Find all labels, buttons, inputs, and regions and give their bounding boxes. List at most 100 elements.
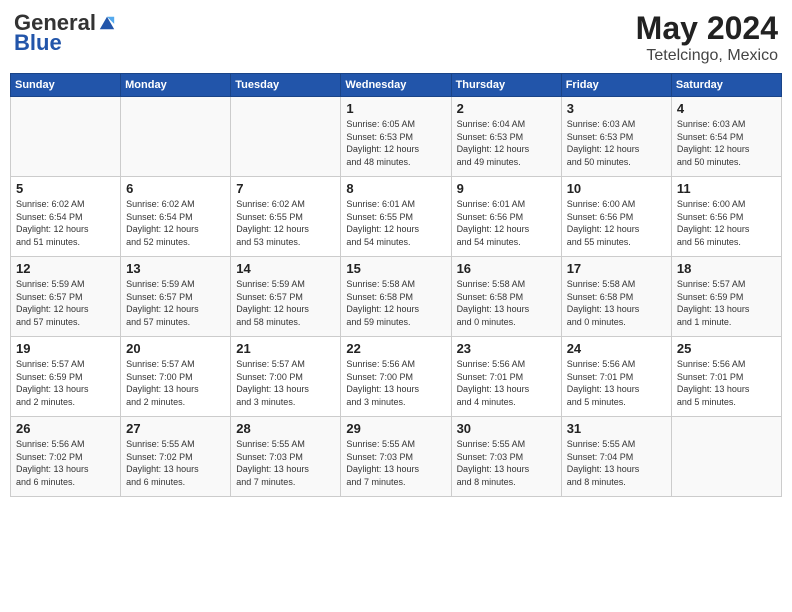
day-of-week-header: Tuesday (231, 74, 341, 97)
day-info: Sunrise: 6:02 AM Sunset: 6:55 PM Dayligh… (236, 198, 335, 248)
calendar-cell: 29Sunrise: 5:55 AM Sunset: 7:03 PM Dayli… (341, 417, 451, 497)
calendar-cell: 15Sunrise: 5:58 AM Sunset: 6:58 PM Dayli… (341, 257, 451, 337)
calendar-cell: 30Sunrise: 5:55 AM Sunset: 7:03 PM Dayli… (451, 417, 561, 497)
day-number: 28 (236, 421, 335, 436)
day-number: 25 (677, 341, 776, 356)
day-info: Sunrise: 6:03 AM Sunset: 6:54 PM Dayligh… (677, 118, 776, 168)
day-of-week-header: Friday (561, 74, 671, 97)
day-info: Sunrise: 5:56 AM Sunset: 7:01 PM Dayligh… (567, 358, 666, 408)
calendar-cell (231, 97, 341, 177)
calendar-cell: 17Sunrise: 5:58 AM Sunset: 6:58 PM Dayli… (561, 257, 671, 337)
day-info: Sunrise: 6:02 AM Sunset: 6:54 PM Dayligh… (126, 198, 225, 248)
calendar-cell: 4 Sunrise: 6:03 AM Sunset: 6:54 PM Daylig… (671, 97, 781, 177)
day-info: Sunrise: 5:57 AM Sunset: 6:59 PM Dayligh… (677, 278, 776, 328)
calendar-cell: 10Sunrise: 6:00 AM Sunset: 6:56 PM Dayli… (561, 177, 671, 257)
day-number: 1 (346, 101, 445, 116)
day-info: Sunrise: 6:02 AM Sunset: 6:54 PM Dayligh… (16, 198, 115, 248)
day-number: 9 (457, 181, 556, 196)
day-number: 3 (567, 101, 666, 116)
day-info: Sunrise: 5:56 AM Sunset: 7:02 PM Dayligh… (16, 438, 115, 488)
calendar-cell: 11 Sunrise: 6:00 AM Sunset: 6:56 PM Dayli… (671, 177, 781, 257)
day-number: 20 (126, 341, 225, 356)
day-info: Sunrise: 5:59 AM Sunset: 6:57 PM Dayligh… (16, 278, 115, 328)
calendar-cell: 31 Sunrise: 5:55 AM Sunset: 7:04 PM Dayli… (561, 417, 671, 497)
logo-blue-text: Blue (14, 30, 62, 56)
day-info: Sunrise: 5:55 AM Sunset: 7:04 PM Dayligh… (567, 438, 666, 488)
calendar-cell (11, 97, 121, 177)
day-info: Sunrise: 5:55 AM Sunset: 7:03 PM Dayligh… (236, 438, 335, 488)
day-of-week-header: Saturday (671, 74, 781, 97)
day-info: Sunrise: 5:58 AM Sunset: 6:58 PM Dayligh… (346, 278, 445, 328)
day-info: Sunrise: 6:01 AM Sunset: 6:56 PM Dayligh… (457, 198, 556, 248)
calendar-week-row: 12Sunrise: 5:59 AM Sunset: 6:57 PM Dayli… (11, 257, 782, 337)
day-number: 7 (236, 181, 335, 196)
calendar-cell: 14 Sunrise: 5:59 AM Sunset: 6:57 PM Dayli… (231, 257, 341, 337)
day-number: 10 (567, 181, 666, 196)
day-number: 21 (236, 341, 335, 356)
day-of-week-header: Monday (121, 74, 231, 97)
calendar-cell: 26 Sunrise: 5:56 AM Sunset: 7:02 PM Dayli… (11, 417, 121, 497)
calendar-cell: 19 Sunrise: 5:57 AM Sunset: 6:59 PM Dayli… (11, 337, 121, 417)
day-number: 2 (457, 101, 556, 116)
calendar-cell: 12Sunrise: 5:59 AM Sunset: 6:57 PM Dayli… (11, 257, 121, 337)
calendar-cell: 1Sunrise: 6:05 AM Sunset: 6:53 PM Daylig… (341, 97, 451, 177)
day-info: Sunrise: 5:55 AM Sunset: 7:02 PM Dayligh… (126, 438, 225, 488)
day-info: Sunrise: 5:57 AM Sunset: 7:00 PM Dayligh… (236, 358, 335, 408)
day-number: 5 (16, 181, 115, 196)
day-number: 26 (16, 421, 115, 436)
day-info: Sunrise: 5:57 AM Sunset: 7:00 PM Dayligh… (126, 358, 225, 408)
calendar-cell: 18 Sunrise: 5:57 AM Sunset: 6:59 PM Dayli… (671, 257, 781, 337)
day-info: Sunrise: 5:58 AM Sunset: 6:58 PM Dayligh… (567, 278, 666, 328)
calendar-cell: 20 Sunrise: 5:57 AM Sunset: 7:00 PM Dayli… (121, 337, 231, 417)
day-number: 11 (677, 181, 776, 196)
day-number: 4 (677, 101, 776, 116)
calendar-cell: 23Sunrise: 5:56 AM Sunset: 7:01 PM Dayli… (451, 337, 561, 417)
day-number: 13 (126, 261, 225, 276)
day-info: Sunrise: 6:00 AM Sunset: 6:56 PM Dayligh… (677, 198, 776, 248)
day-number: 18 (677, 261, 776, 276)
day-info: Sunrise: 5:57 AM Sunset: 6:59 PM Dayligh… (16, 358, 115, 408)
day-info: Sunrise: 6:03 AM Sunset: 6:53 PM Dayligh… (567, 118, 666, 168)
day-number: 14 (236, 261, 335, 276)
page-header: General Blue May 2024 Tetelcingo, Mexico (10, 10, 782, 65)
day-number: 8 (346, 181, 445, 196)
day-info: Sunrise: 6:04 AM Sunset: 6:53 PM Dayligh… (457, 118, 556, 168)
calendar-table: SundayMondayTuesdayWednesdayThursdayFrid… (10, 73, 782, 497)
day-number: 24 (567, 341, 666, 356)
day-number: 19 (16, 341, 115, 356)
day-of-week-header: Thursday (451, 74, 561, 97)
day-info: Sunrise: 6:01 AM Sunset: 6:55 PM Dayligh… (346, 198, 445, 248)
day-number: 31 (567, 421, 666, 436)
day-number: 29 (346, 421, 445, 436)
calendar-cell: 7 Sunrise: 6:02 AM Sunset: 6:55 PM Daylig… (231, 177, 341, 257)
calendar-cell: 22 Sunrise: 5:56 AM Sunset: 7:00 PM Dayli… (341, 337, 451, 417)
calendar-cell (121, 97, 231, 177)
calendar-week-row: 5 Sunrise: 6:02 AM Sunset: 6:54 PM Daylig… (11, 177, 782, 257)
calendar-cell: 13 Sunrise: 5:59 AM Sunset: 6:57 PM Dayli… (121, 257, 231, 337)
calendar-cell: 24 Sunrise: 5:56 AM Sunset: 7:01 PM Dayli… (561, 337, 671, 417)
day-info: Sunrise: 5:58 AM Sunset: 6:58 PM Dayligh… (457, 278, 556, 328)
calendar-cell: 5 Sunrise: 6:02 AM Sunset: 6:54 PM Daylig… (11, 177, 121, 257)
calendar-week-row: 1Sunrise: 6:05 AM Sunset: 6:53 PM Daylig… (11, 97, 782, 177)
calendar-cell: 16Sunrise: 5:58 AM Sunset: 6:58 PM Dayli… (451, 257, 561, 337)
calendar-cell: 2 Sunrise: 6:04 AM Sunset: 6:53 PM Daylig… (451, 97, 561, 177)
calendar-week-row: 19 Sunrise: 5:57 AM Sunset: 6:59 PM Dayli… (11, 337, 782, 417)
day-number: 22 (346, 341, 445, 356)
day-info: Sunrise: 5:55 AM Sunset: 7:03 PM Dayligh… (457, 438, 556, 488)
title-block: May 2024 Tetelcingo, Mexico (636, 10, 778, 65)
calendar-cell: 25 Sunrise: 5:56 AM Sunset: 7:01 PM Dayli… (671, 337, 781, 417)
calendar-cell: 8 Sunrise: 6:01 AM Sunset: 6:55 PM Daylig… (341, 177, 451, 257)
day-info: Sunrise: 5:59 AM Sunset: 6:57 PM Dayligh… (126, 278, 225, 328)
day-number: 23 (457, 341, 556, 356)
calendar-cell: 21 Sunrise: 5:57 AM Sunset: 7:00 PM Dayli… (231, 337, 341, 417)
calendar-cell: 6Sunrise: 6:02 AM Sunset: 6:54 PM Daylig… (121, 177, 231, 257)
logo: General Blue (14, 10, 116, 56)
day-info: Sunrise: 5:56 AM Sunset: 7:00 PM Dayligh… (346, 358, 445, 408)
calendar-week-row: 26 Sunrise: 5:56 AM Sunset: 7:02 PM Dayli… (11, 417, 782, 497)
day-info: Sunrise: 5:59 AM Sunset: 6:57 PM Dayligh… (236, 278, 335, 328)
calendar-cell: 9 Sunrise: 6:01 AM Sunset: 6:56 PM Daylig… (451, 177, 561, 257)
calendar-cell (671, 417, 781, 497)
day-info: Sunrise: 5:56 AM Sunset: 7:01 PM Dayligh… (677, 358, 776, 408)
calendar-subtitle: Tetelcingo, Mexico (636, 47, 778, 65)
logo-icon (98, 14, 116, 32)
